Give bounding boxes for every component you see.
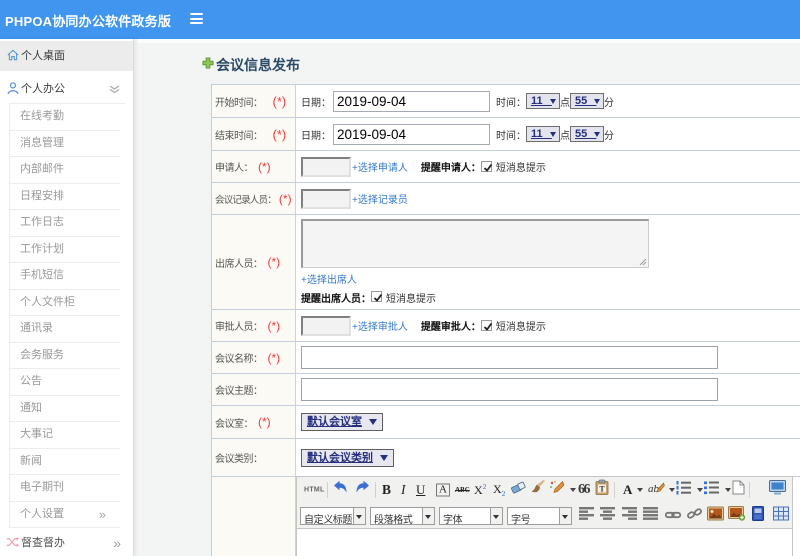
svg-text:T: T [599, 485, 605, 494]
